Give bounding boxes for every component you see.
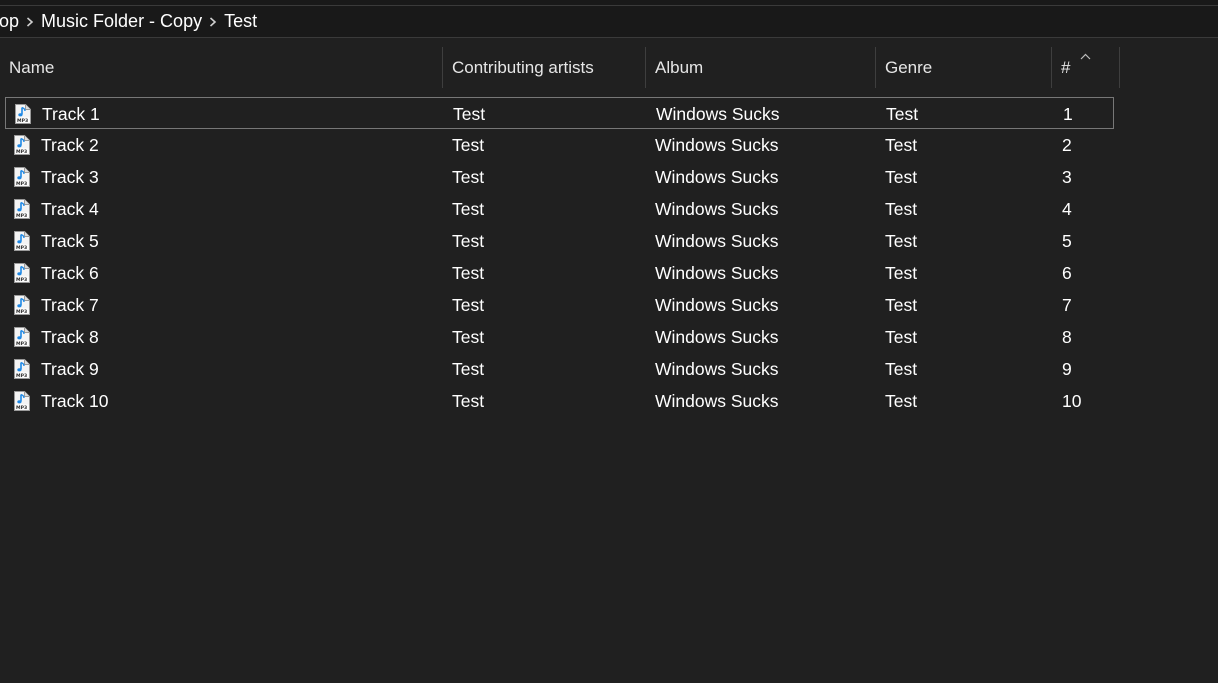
track-number: 2 bbox=[1062, 134, 1072, 155]
track-name: Track 9 bbox=[41, 358, 99, 379]
track-number: 1 bbox=[1063, 103, 1073, 124]
svg-text:MP3: MP3 bbox=[16, 309, 27, 315]
chevron-up-icon bbox=[1080, 53, 1091, 60]
chevron-right-icon[interactable] bbox=[202, 5, 224, 38]
svg-text:MP3: MP3 bbox=[16, 373, 27, 379]
table-row[interactable]: MP3 Track 8 Test Windows Sucks Test 8 bbox=[5, 321, 1114, 353]
track-genre: Test bbox=[885, 134, 918, 155]
track-album: Windows Sucks bbox=[655, 230, 779, 251]
file-list-view: Name Contributing artists Album Genre # … bbox=[0, 39, 1218, 683]
svg-text:MP3: MP3 bbox=[16, 405, 27, 411]
mp3-file-icon: MP3 bbox=[14, 327, 30, 347]
track-contributing-artists: Test bbox=[452, 230, 485, 251]
mp3-file-icon: MP3 bbox=[15, 104, 31, 124]
track-album: Windows Sucks bbox=[655, 358, 779, 379]
track-genre: Test bbox=[885, 166, 918, 187]
svg-text:MP3: MP3 bbox=[16, 149, 27, 155]
track-number: 3 bbox=[1062, 166, 1072, 187]
track-contributing-artists: Test bbox=[452, 134, 485, 155]
track-number: 5 bbox=[1062, 230, 1072, 251]
track-number: 8 bbox=[1062, 326, 1072, 347]
column-header-contributing-artists[interactable]: Contributing artists bbox=[443, 47, 646, 88]
track-contributing-artists: Test bbox=[452, 166, 485, 187]
mp3-file-icon: MP3 bbox=[14, 199, 30, 219]
track-number: 4 bbox=[1062, 198, 1072, 219]
table-row[interactable]: MP3 Track 2 Test Windows Sucks Test 2 bbox=[5, 129, 1114, 161]
breadcrumb-music-folder-copy[interactable]: Music Folder - Copy bbox=[41, 11, 202, 32]
track-genre: Test bbox=[885, 326, 918, 347]
track-name: Track 5 bbox=[41, 230, 99, 251]
track-contributing-artists: Test bbox=[452, 198, 485, 219]
mp3-file-icon: MP3 bbox=[14, 135, 30, 155]
chevron-right-icon[interactable] bbox=[19, 5, 41, 38]
track-contributing-artists: Test bbox=[452, 390, 485, 411]
track-genre: Test bbox=[885, 390, 918, 411]
table-row[interactable]: MP3 Track 6 Test Windows Sucks Test 6 bbox=[5, 257, 1114, 289]
svg-text:MP3: MP3 bbox=[16, 245, 27, 251]
track-name: Track 7 bbox=[41, 294, 99, 315]
table-row[interactable]: MP3 Track 1 Test Windows Sucks Test 1 bbox=[5, 97, 1114, 129]
track-number: 7 bbox=[1062, 294, 1072, 315]
mp3-file-icon: MP3 bbox=[14, 231, 30, 251]
track-name: Track 8 bbox=[41, 326, 99, 347]
svg-text:MP3: MP3 bbox=[16, 181, 27, 187]
track-genre: Test bbox=[885, 294, 918, 315]
track-number: 10 bbox=[1062, 390, 1082, 411]
track-genre: Test bbox=[885, 198, 918, 219]
breadcrumb-desktop[interactable]: top bbox=[0, 11, 19, 32]
table-row[interactable]: MP3 Track 9 Test Windows Sucks Test 9 bbox=[5, 353, 1114, 385]
track-contributing-artists: Test bbox=[452, 326, 485, 347]
table-row[interactable]: MP3 Track 4 Test Windows Sucks Test 4 bbox=[5, 193, 1114, 225]
track-album: Windows Sucks bbox=[655, 262, 779, 283]
track-album: Windows Sucks bbox=[655, 326, 779, 347]
mp3-file-icon: MP3 bbox=[14, 359, 30, 379]
track-number: 6 bbox=[1062, 262, 1072, 283]
track-name: Track 4 bbox=[41, 198, 99, 219]
track-contributing-artists: Test bbox=[452, 358, 485, 379]
address-bar[interactable]: top Music Folder - Copy Test bbox=[0, 5, 1218, 38]
table-row[interactable]: MP3 Track 5 Test Windows Sucks Test 5 bbox=[5, 225, 1114, 257]
track-contributing-artists: Test bbox=[452, 294, 485, 315]
mp3-file-icon: MP3 bbox=[14, 295, 30, 315]
track-album: Windows Sucks bbox=[655, 198, 779, 219]
track-name: Track 6 bbox=[41, 262, 99, 283]
track-album: Windows Sucks bbox=[655, 134, 779, 155]
mp3-file-icon: MP3 bbox=[14, 167, 30, 187]
column-header-name[interactable]: Name bbox=[0, 47, 443, 88]
mp3-file-icon: MP3 bbox=[14, 263, 30, 283]
track-genre: Test bbox=[885, 262, 918, 283]
track-genre: Test bbox=[886, 103, 919, 124]
track-name: Track 3 bbox=[41, 166, 99, 187]
track-album: Windows Sucks bbox=[655, 390, 779, 411]
track-album: Windows Sucks bbox=[655, 294, 779, 315]
breadcrumb-test[interactable]: Test bbox=[224, 11, 257, 32]
track-contributing-artists: Test bbox=[453, 103, 486, 124]
column-header-row: Name Contributing artists Album Genre # bbox=[0, 47, 1120, 88]
table-row[interactable]: MP3 Track 7 Test Windows Sucks Test 7 bbox=[5, 289, 1114, 321]
table-row[interactable]: MP3 Track 10 Test Windows Sucks Test 10 bbox=[5, 385, 1114, 417]
table-row[interactable]: MP3 Track 3 Test Windows Sucks Test 3 bbox=[5, 161, 1114, 193]
svg-text:MP3: MP3 bbox=[17, 118, 28, 124]
track-album: Windows Sucks bbox=[656, 103, 780, 124]
svg-text:MP3: MP3 bbox=[16, 277, 27, 283]
track-number: 9 bbox=[1062, 358, 1072, 379]
column-header-album[interactable]: Album bbox=[646, 47, 876, 88]
track-genre: Test bbox=[885, 230, 918, 251]
track-album: Windows Sucks bbox=[655, 166, 779, 187]
svg-text:MP3: MP3 bbox=[16, 213, 27, 219]
column-header-genre[interactable]: Genre bbox=[876, 47, 1052, 88]
mp3-file-icon: MP3 bbox=[14, 391, 30, 411]
track-contributing-artists: Test bbox=[452, 262, 485, 283]
track-name: Track 10 bbox=[41, 390, 109, 411]
track-name: Track 1 bbox=[42, 103, 100, 124]
track-genre: Test bbox=[885, 358, 918, 379]
svg-text:MP3: MP3 bbox=[16, 341, 27, 347]
track-name: Track 2 bbox=[41, 134, 99, 155]
